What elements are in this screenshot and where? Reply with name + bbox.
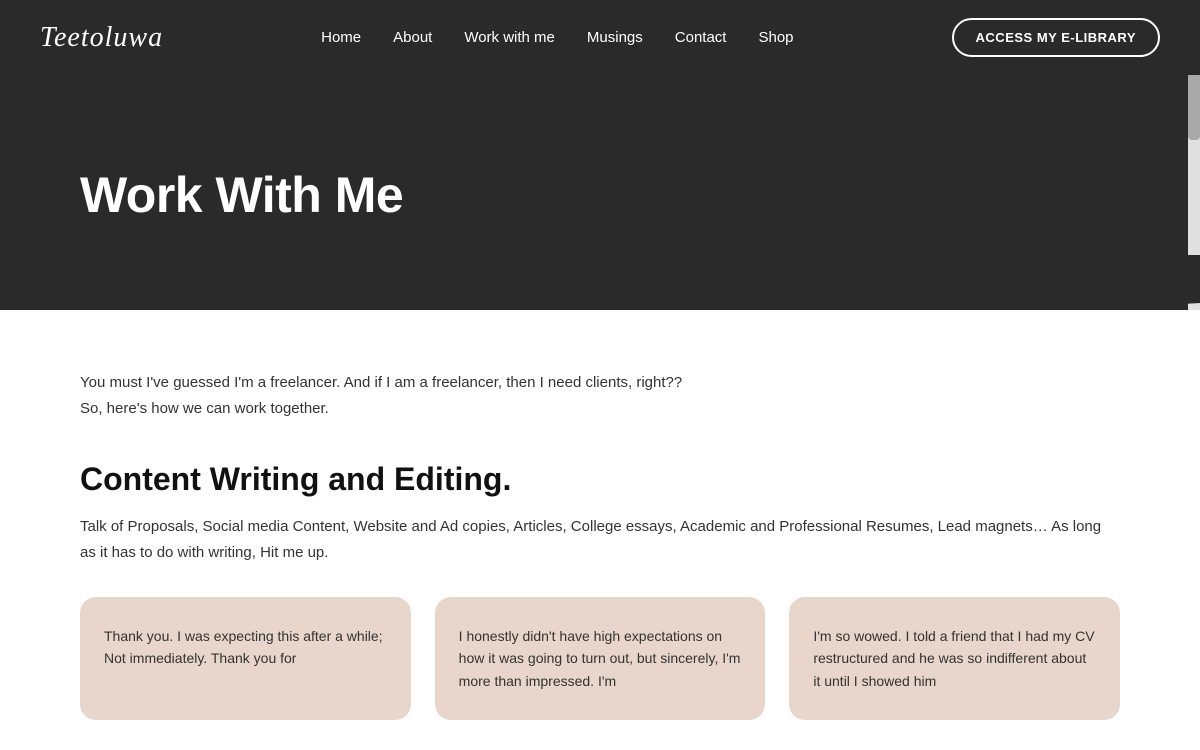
testimonials-row: Thank you. I was expecting this after a … [80,597,1120,720]
testimonial-text-2: I honestly didn't have high expectations… [459,625,742,692]
logo[interactable]: Teetoluwa [40,22,163,54]
intro-text: You must I've guessed I'm a freelancer. … [80,370,1120,421]
site-header: Teetoluwa Home About Work with me Musing… [0,0,1200,75]
testimonial-card-2: I honestly didn't have high expectations… [435,597,766,720]
nav-musings[interactable]: Musings [587,29,643,46]
section-title: Content Writing and Editing. [80,461,1120,498]
nav-work-with-me[interactable]: Work with me [464,29,555,46]
section-description: Talk of Proposals, Social media Content,… [80,514,1120,565]
testimonial-text-3: I'm so wowed. I told a friend that I had… [813,625,1096,692]
testimonial-text-1: Thank you. I was expecting this after a … [104,625,387,670]
intro-line-2: So, here's how we can work together. [80,400,329,417]
main-content: You must I've guessed I'm a freelancer. … [0,310,1200,750]
nav-shop[interactable]: Shop [758,29,793,46]
access-library-button[interactable]: ACCESS MY E-LIBRARY [952,18,1160,57]
main-nav: Home About Work with me Musings Contact … [321,29,793,46]
testimonial-card-1: Thank you. I was expecting this after a … [80,597,411,720]
nav-about[interactable]: About [393,29,432,46]
intro-line-1: You must I've guessed I'm a freelancer. … [80,374,682,391]
hero-section: Work With Me [0,75,1200,315]
testimonial-card-3: I'm so wowed. I told a friend that I had… [789,597,1120,720]
page-title: Work With Me [80,166,403,224]
nav-contact[interactable]: Contact [675,29,727,46]
nav-home[interactable]: Home [321,29,361,46]
